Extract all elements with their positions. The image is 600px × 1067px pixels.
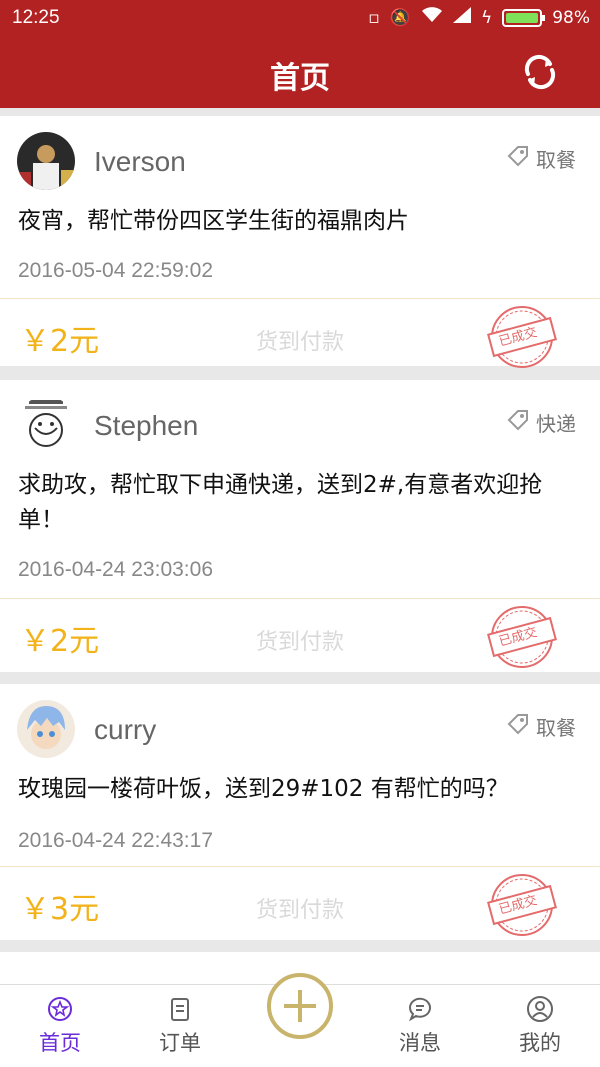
charging-icon: ϟ	[480, 7, 493, 28]
add-post-button[interactable]	[267, 973, 333, 1039]
nav-home[interactable]: 首页	[10, 995, 110, 1057]
username: Iverson	[94, 146, 186, 177]
avatar[interactable]	[17, 396, 75, 454]
deal-done-stamp: 已成交	[484, 872, 560, 938]
post-tag: 快递	[506, 408, 576, 437]
nav-label: 我的	[519, 1031, 561, 1055]
post-tag: 取餐	[506, 712, 576, 741]
nav-orders[interactable]: 订单	[130, 995, 230, 1057]
username: Stephen	[94, 410, 199, 441]
tag-label: 快递	[536, 412, 576, 436]
tag-label: 取餐	[536, 716, 576, 740]
tag-icon	[506, 712, 530, 741]
post-time: 2016-05-04 22:59:02	[18, 259, 213, 282]
home-star-icon	[46, 995, 74, 1023]
nav-label: 订单	[159, 1031, 201, 1055]
post-content: 求助攻，帮忙取下申通快递，送到2#,有意者欢迎抢单！	[18, 472, 543, 533]
post-tag: 取餐	[506, 144, 576, 173]
nav-label: 消息	[399, 1031, 441, 1055]
tag-icon	[506, 144, 530, 173]
signal-icon	[452, 7, 471, 28]
divider	[0, 298, 600, 299]
page-title: 首页	[270, 61, 330, 96]
post-time: 2016-04-24 22:43:17	[18, 829, 213, 852]
avatar[interactable]	[17, 132, 75, 190]
sim-icon: ▫	[368, 7, 380, 28]
divider	[0, 866, 600, 867]
battery-icon	[502, 8, 546, 27]
deal-done-stamp: 已成交	[484, 604, 560, 670]
deal-done-stamp: 已成交	[484, 304, 560, 370]
nav-label: 首页	[39, 1031, 81, 1055]
wifi-icon	[421, 6, 443, 29]
profile-user-icon	[526, 995, 554, 1023]
username: curry	[94, 714, 157, 745]
refresh-icon[interactable]	[520, 52, 560, 92]
post-card[interactable]: curry 取餐 玫瑰园一楼荷叶饭，送到29#102 有帮忙的吗？ 2016-0…	[0, 684, 600, 940]
message-bubble-icon	[406, 995, 434, 1023]
avatar[interactable]	[17, 700, 75, 758]
post-feed[interactable]: Iverson 取餐 夜宵，帮忙带份四区学生街的福鼎肉片 2016-05-04 …	[0, 108, 600, 984]
status-time: 12:25	[12, 7, 60, 28]
order-clipboard-icon	[166, 995, 194, 1023]
app-bar: 首页	[0, 36, 600, 108]
battery-percent: 98%	[552, 7, 590, 28]
status-bar: 12:25 ▫ 🔕 ϟ 98%	[0, 0, 600, 36]
tag-icon	[506, 408, 530, 437]
status-icons: ▫ 🔕 ϟ 98%	[368, 6, 590, 29]
post-content: 夜宵，帮忙带份四区学生街的福鼎肉片	[18, 208, 409, 234]
bottom-nav: 首页 订单 消息 我的	[0, 973, 600, 1067]
post-content: 玫瑰园一楼荷叶饭，送到29#102 有帮忙的吗？	[18, 776, 509, 802]
post-card[interactable]: Iverson 取餐 夜宵，帮忙带份四区学生街的福鼎肉片 2016-05-04 …	[0, 116, 600, 368]
post-time: 2016-04-24 23:03:06	[18, 558, 213, 581]
tag-label: 取餐	[536, 148, 576, 172]
divider	[0, 598, 600, 599]
post-card[interactable]: Stephen 快递 求助攻，帮忙取下申通快递，送到2#,有意者欢迎抢单！ 20…	[0, 380, 600, 672]
add-plus-icon	[284, 990, 316, 1022]
mute-icon: 🔕	[389, 7, 411, 28]
nav-profile[interactable]: 我的	[490, 995, 590, 1057]
nav-messages[interactable]: 消息	[370, 995, 470, 1057]
